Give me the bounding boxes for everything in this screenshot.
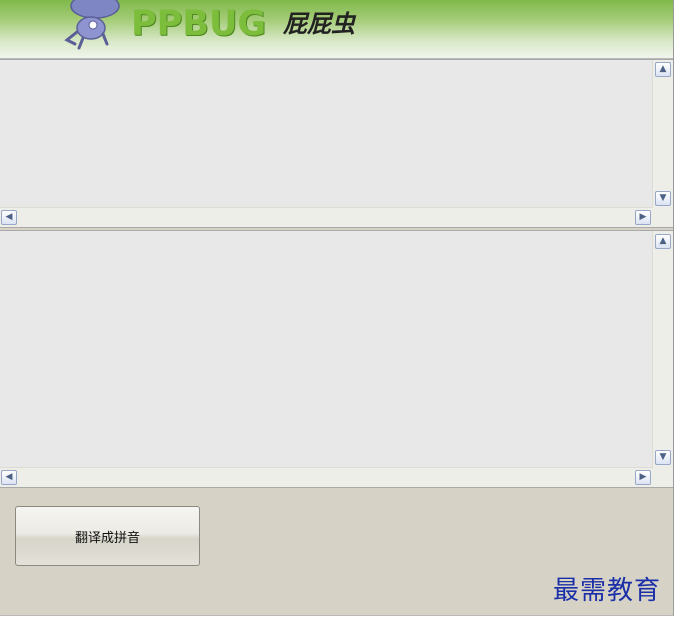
watermark-text: 最需教育 — [553, 576, 662, 606]
translate-to-pinyin-button[interactable]: 翻译成拼音 — [15, 506, 200, 566]
bug-mascot-logo-icon — [64, 0, 120, 50]
scroll-left-icon[interactable]: ◀ — [1, 470, 17, 485]
app-window: PPBUG 屁屁虫 ▲ ▼ ◀ ▶ ▲ ▼ ◀ ▶ 翻译成拼音 最需教育 — [0, 0, 674, 616]
logo-chinese-name: 屁屁虫 — [283, 10, 355, 38]
output-horizontal-scrollbar[interactable]: ◀ ▶ — [0, 467, 653, 487]
input-horizontal-scrollbar[interactable]: ◀ ▶ — [0, 207, 653, 227]
scroll-down-icon[interactable]: ▼ — [655, 191, 671, 206]
scroll-up-icon[interactable]: ▲ — [655, 62, 671, 77]
scroll-right-icon[interactable]: ▶ — [635, 470, 651, 485]
scroll-down-icon[interactable]: ▼ — [655, 450, 671, 465]
app-header: PPBUG 屁屁虫 — [0, 0, 673, 59]
input-textarea[interactable]: ▲ ▼ ◀ ▶ — [0, 59, 673, 228]
output-textarea[interactable]: ▲ ▼ ◀ ▶ — [0, 230, 673, 488]
scroll-right-icon[interactable]: ▶ — [635, 210, 651, 225]
input-vertical-scrollbar[interactable]: ▲ ▼ — [652, 60, 673, 208]
output-vertical-scrollbar[interactable]: ▲ ▼ — [652, 231, 673, 468]
scroll-up-icon[interactable]: ▲ — [655, 234, 671, 249]
scrollbar-corner — [653, 208, 673, 227]
logo-wordmark: PPBUG — [131, 4, 267, 44]
scroll-left-icon[interactable]: ◀ — [1, 210, 17, 225]
scrollbar-corner — [653, 468, 673, 487]
